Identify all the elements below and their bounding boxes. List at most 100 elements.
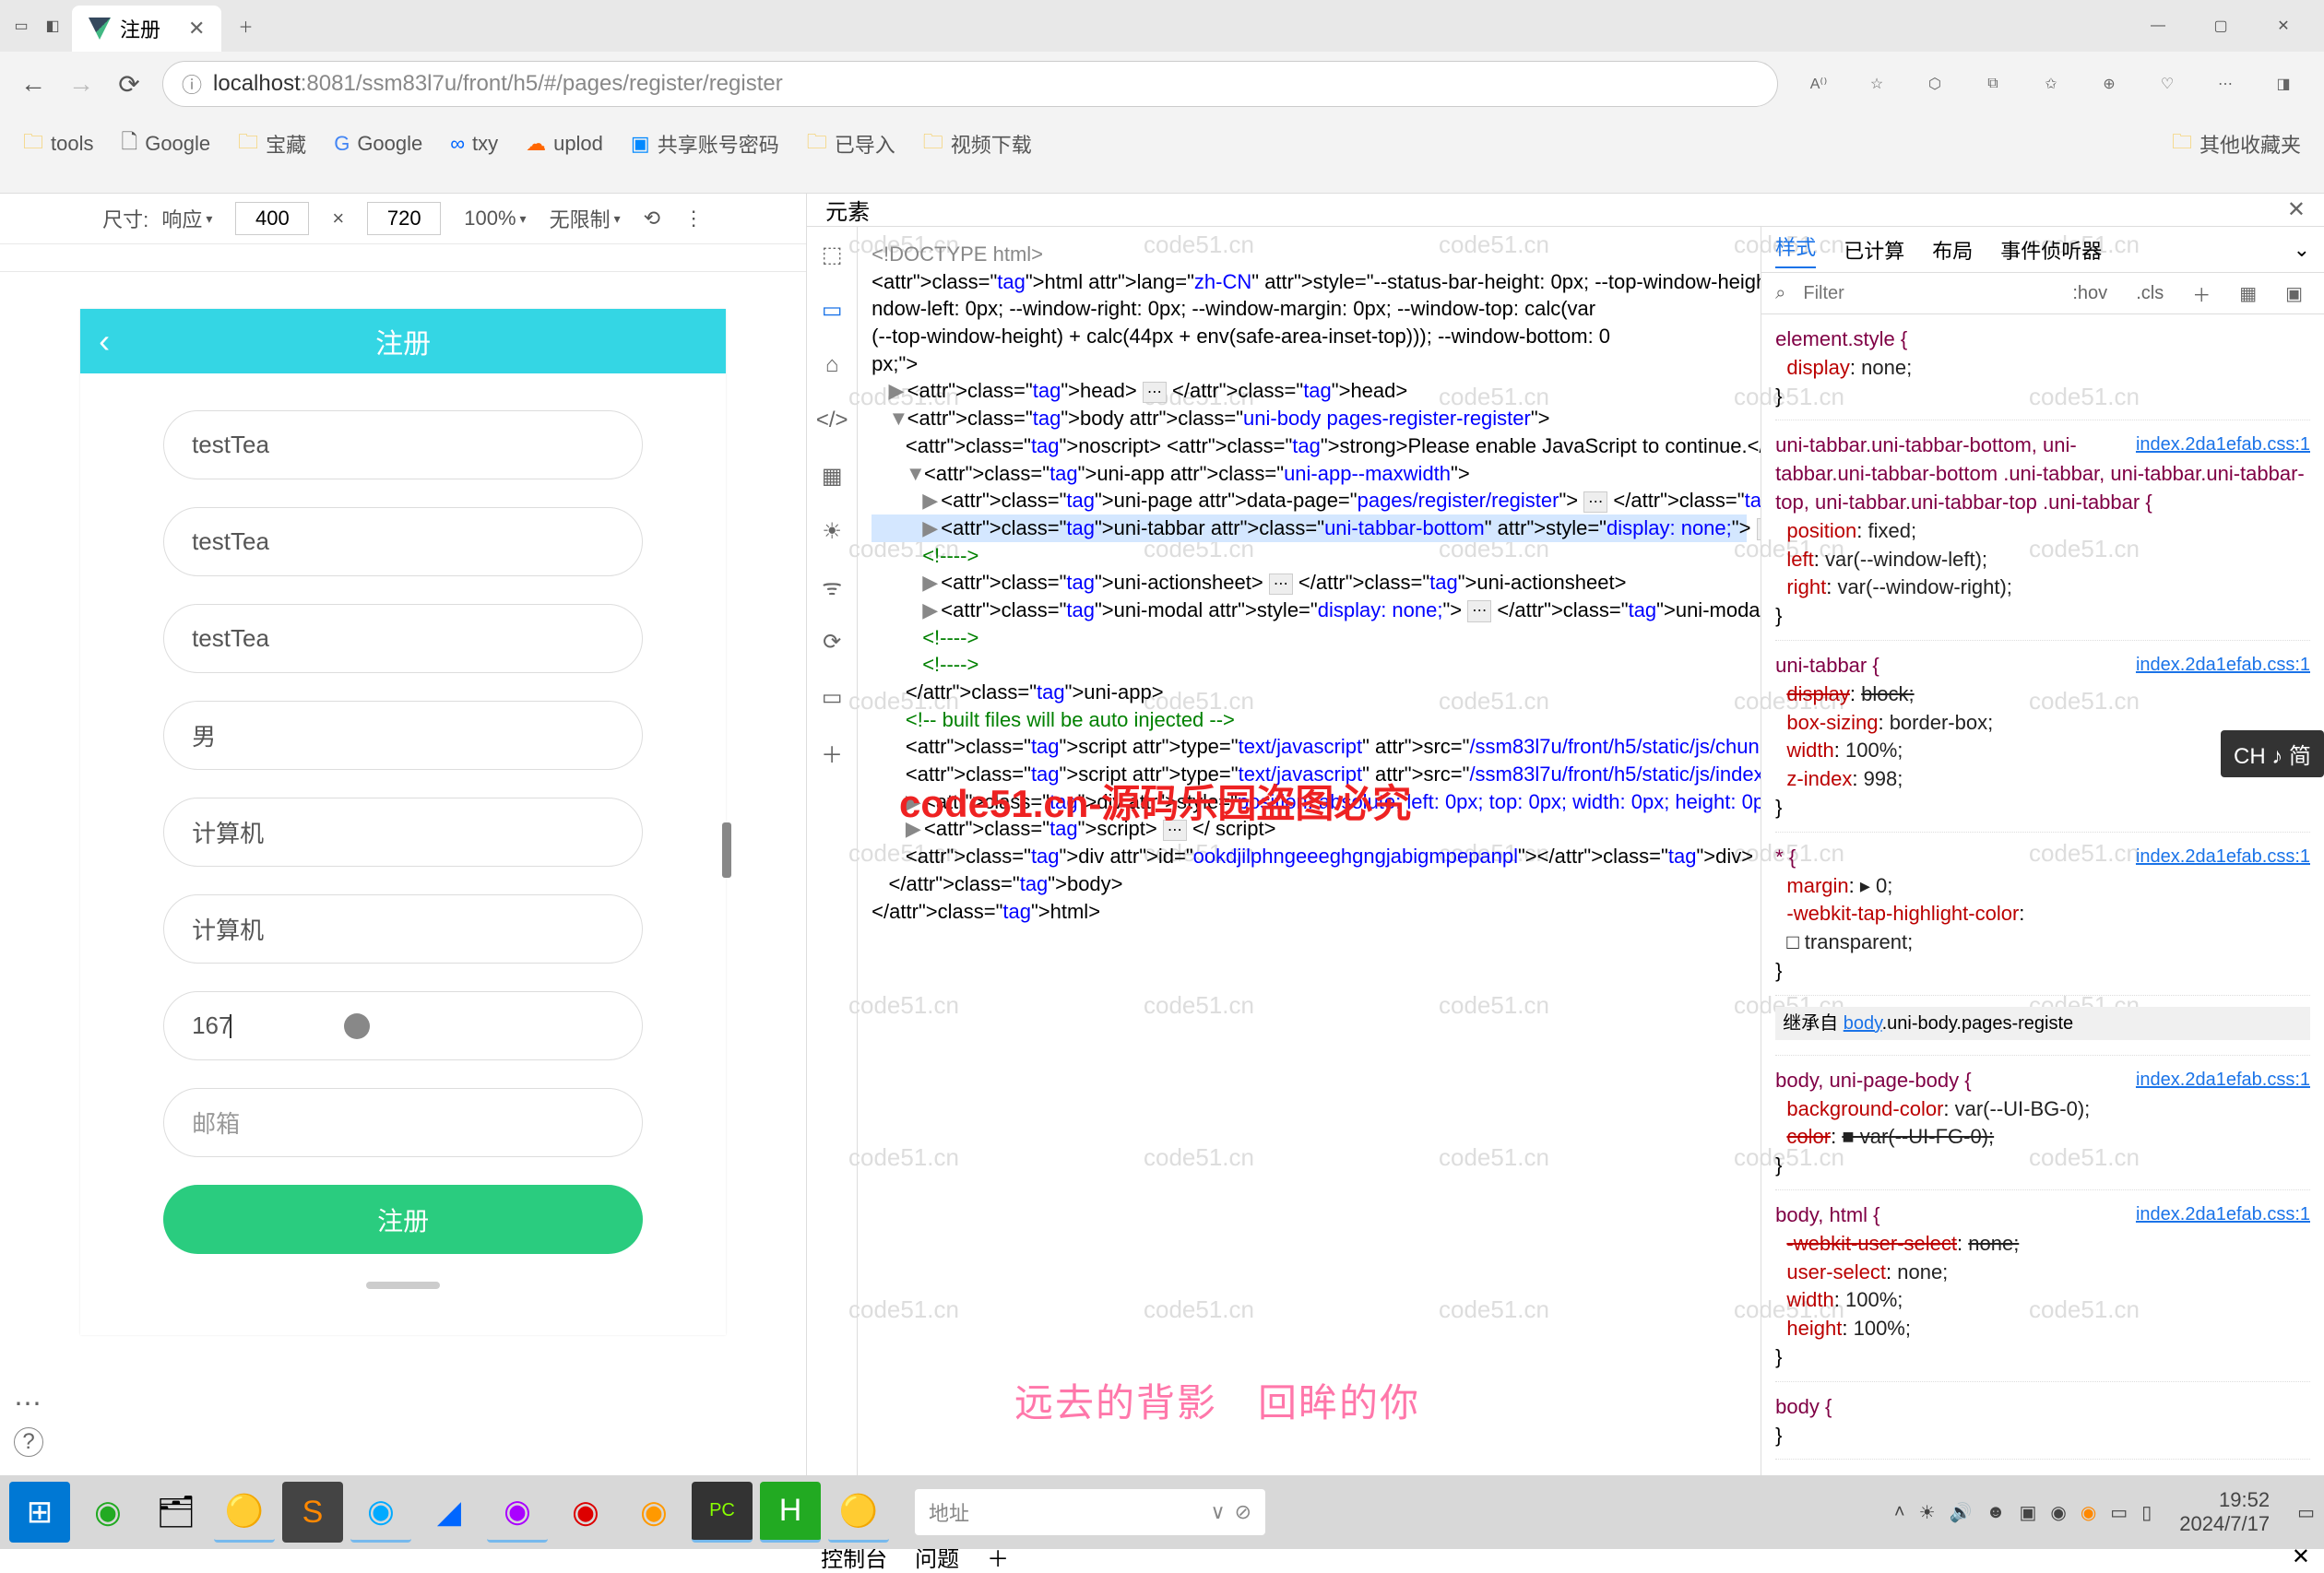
bookmark-tools[interactable]: 🗀tools — [23, 126, 94, 161]
drag-handle[interactable] — [366, 1282, 440, 1289]
tab-layout[interactable]: 布局 — [1932, 235, 1973, 265]
width-input[interactable] — [235, 202, 309, 235]
favorites-bar-icon[interactable]: ✩ — [2038, 71, 2064, 97]
sources-icon[interactable]: </> — [818, 407, 846, 434]
tb-edge[interactable]: ◉ — [350, 1482, 411, 1543]
styles-body[interactable]: element.style { display: none;}index.2da… — [1761, 314, 2324, 1482]
responsive-label[interactable]: 尺寸: 响应▾ — [102, 204, 212, 233]
tab-computed[interactable]: 已计算 — [1844, 235, 1904, 265]
height-input[interactable] — [367, 202, 441, 235]
resize-handle[interactable] — [722, 822, 731, 878]
bookmark-share[interactable]: ▣共享账号密码 — [631, 129, 779, 159]
styles-expand-icon[interactable]: ⌄ — [2294, 238, 2310, 262]
copilot-icon[interactable]: ◨ — [2271, 71, 2296, 97]
tb-music[interactable]: ◉ — [555, 1482, 616, 1543]
extensions-icon[interactable]: ⬡ — [1922, 71, 1948, 97]
performance-icon[interactable]: ♡ — [2154, 71, 2180, 97]
tb-app3[interactable]: ◉ — [623, 1482, 684, 1543]
form-field-email[interactable]: 邮箱 — [163, 1088, 643, 1157]
tray-weather-icon[interactable]: ☀ — [1919, 1501, 1936, 1524]
performance-icon[interactable]: ⟳ — [818, 628, 846, 656]
new-tab-button[interactable]: ＋ — [229, 9, 262, 42]
tray-sound-icon[interactable]: 🔊 — [1950, 1501, 1973, 1524]
zoom-select[interactable]: 100%▾ — [464, 207, 526, 231]
add-tool-icon[interactable]: ＋ — [818, 739, 846, 766]
tab-listeners[interactable]: 事件侦听器 — [2000, 235, 2102, 265]
tb-hbuilder[interactable]: H — [760, 1482, 821, 1543]
inspect-icon[interactable]: ⬚ — [818, 241, 846, 268]
app-back-icon[interactable]: ‹ — [99, 322, 110, 361]
register-button[interactable]: 注册 — [163, 1185, 643, 1254]
maximize-button[interactable]: ▢ — [2208, 13, 2234, 39]
reload-button[interactable]: ⟳ — [114, 69, 144, 99]
tb-app1[interactable]: ◢ — [419, 1482, 480, 1543]
tray-orange-icon[interactable]: ◉ — [2081, 1501, 2096, 1524]
throttle-select[interactable]: 无限制▾ — [550, 204, 621, 233]
more-tools-icon[interactable]: ⋯ — [14, 1388, 44, 1420]
more-icon[interactable]: ⋯ — [2212, 71, 2238, 97]
elements-panel[interactable]: <!DOCTYPE html><attr">class="tag">html a… — [858, 227, 1761, 1514]
collections-icon[interactable]: ⧉ — [1980, 71, 2006, 97]
new-rule-icon[interactable]: ＋ — [2185, 278, 2218, 309]
form-field-1[interactable]: testTea — [163, 410, 643, 479]
ime-indicator[interactable]: CH ♪ 简 — [2221, 730, 2324, 777]
help-icon[interactable]: ? — [14, 1427, 43, 1457]
start-button[interactable]: ⊞ — [9, 1482, 70, 1543]
devtools-close-icon[interactable]: ✕ — [2287, 196, 2306, 223]
form-field-major2[interactable]: 计算机 — [163, 894, 643, 964]
app-icon[interactable]: ▦ — [818, 462, 846, 490]
cls-button[interactable]: .cls — [2128, 281, 2171, 306]
taskbar-clock[interactable]: 19:52 2024/7/17 — [2165, 1488, 2283, 1537]
form-field-major1[interactable]: 计算机 — [163, 798, 643, 867]
tabs-menu-icon[interactable]: ▭ — [9, 14, 33, 38]
tb-pycharm[interactable]: PC — [692, 1482, 753, 1543]
downloads-icon[interactable]: ⊕ — [2096, 71, 2122, 97]
tab-styles[interactable]: 样式 — [1775, 231, 1816, 268]
tb-explorer[interactable]: 🗂 — [146, 1482, 207, 1543]
tray-battery-icon[interactable]: ▯ — [2141, 1501, 2152, 1524]
tray-action-icon[interactable]: ▭ — [2297, 1501, 2315, 1524]
bookmark-google2[interactable]: GGoogle — [334, 132, 422, 156]
prefs-icon[interactable]: ▣ — [2278, 280, 2310, 307]
bookmark-video[interactable]: 🗀视频下载 — [923, 126, 1032, 161]
favorite-icon[interactable]: ☆ — [1864, 71, 1890, 97]
bookmark-txy[interactable]: ∞txy — [450, 132, 498, 156]
form-field-3[interactable]: testTea — [163, 604, 643, 673]
storage-icon[interactable]: ▭ — [818, 683, 846, 711]
device-icon[interactable]: ▭ — [818, 296, 846, 324]
minimize-button[interactable]: — — [2145, 13, 2171, 39]
sidebar-toggle-icon[interactable]: ◧ — [41, 14, 65, 38]
flex-icon[interactable]: ▦ — [2232, 280, 2264, 307]
tray-up-icon[interactable]: ˄ — [1894, 1502, 1905, 1523]
tab-elements[interactable]: 元素 — [825, 194, 870, 226]
bookmark-uplod[interactable]: ☁uplod — [526, 132, 603, 156]
tb-app2[interactable]: ◉ — [487, 1482, 548, 1543]
tb-sublime[interactable]: S — [282, 1482, 343, 1543]
tb-browser1[interactable]: ◉ — [77, 1482, 138, 1543]
site-info-icon[interactable]: ⓘ — [182, 69, 202, 99]
url-field[interactable]: ⓘ localhost:8081/ssm83l7u/front/h5/#/pag… — [162, 61, 1778, 107]
network-icon[interactable]: ᯤ — [818, 573, 846, 600]
hov-button[interactable]: :hov — [2065, 281, 2115, 306]
taskbar-search[interactable]: 地址 ∨ ⊘ — [915, 1489, 1265, 1535]
close-window-button[interactable]: ✕ — [2271, 13, 2296, 39]
browser-tab[interactable]: 注册 ✕ — [72, 6, 221, 52]
close-tab-icon[interactable]: ✕ — [188, 17, 205, 41]
tray-tool2-icon[interactable]: ◉ — [2050, 1501, 2066, 1524]
form-field-height[interactable]: 167 — [163, 991, 643, 1060]
bookmark-imported[interactable]: 🗀已导入 — [807, 126, 895, 161]
bookmark-other[interactable]: 🗀其他收藏夹 — [2172, 126, 2301, 161]
back-button[interactable]: ← — [18, 69, 48, 99]
device-more-icon[interactable]: ⋮ — [683, 207, 704, 231]
form-field-2[interactable]: testTea — [163, 507, 643, 576]
memory-icon[interactable]: ☀ — [818, 517, 846, 545]
filter-input[interactable] — [1799, 279, 2051, 308]
bookmark-treasure[interactable]: 🗀宝藏 — [238, 126, 306, 161]
tray-tool1-icon[interactable]: ▣ — [2019, 1501, 2036, 1524]
form-field-gender[interactable]: 男 — [163, 701, 643, 770]
tb-chrome[interactable]: 🟡 — [214, 1482, 275, 1543]
rotate-icon[interactable]: ⟲ — [644, 207, 660, 231]
tray-notif-icon[interactable]: ▭ — [2110, 1501, 2128, 1524]
tb-chrome2[interactable]: 🟡 — [828, 1482, 889, 1543]
tray-face-icon[interactable]: ☻ — [1986, 1502, 2005, 1523]
